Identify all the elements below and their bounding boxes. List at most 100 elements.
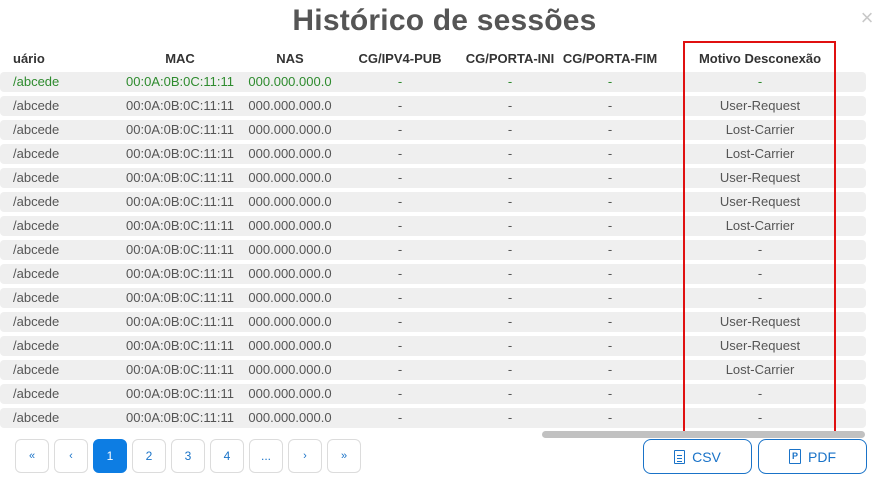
cell-motivo: Lost-Carrier: [725, 362, 795, 377]
cell-mac: 00:0A:0B:0C:11:11: [126, 338, 234, 353]
table-row[interactable]: /abcede 00:0A:0B:0C:11:11 000.000.000.0 - - -…: [0, 144, 866, 164]
scrollbar-thumb[interactable]: [542, 431, 865, 438]
cell-motivo: User-Request: [719, 170, 801, 185]
cell-ipv4: -: [397, 266, 403, 281]
modal-title: Histórico de sessões: [292, 4, 597, 37]
cell-porta-ini: -: [507, 362, 513, 377]
cell-ipv4: -: [397, 242, 403, 257]
page-next-button[interactable]: ›: [288, 439, 322, 473]
cell-ipv4: -: [397, 410, 403, 425]
table-row[interactable]: /abcede 00:0A:0B:0C:11:11 000.000.000.0 - - -…: [0, 168, 866, 188]
cell-mac: 00:0A:0B:0C:11:11: [126, 362, 234, 377]
cell-ipv4: -: [397, 290, 403, 305]
table-row[interactable]: /abcede 00:0A:0B:0C:11:11 000.000.000.0 - - -…: [0, 240, 866, 260]
header-porta-fim: CG/PORTA-FIM: [562, 51, 658, 66]
table-row[interactable]: /abcede 00:0A:0B:0C:11:11 000.000.000.0 - - -…: [0, 288, 866, 308]
table-row[interactable]: /abcede 00:0A:0B:0C:11:11 000.000.000.0 - - -…: [0, 384, 866, 404]
page-ellipsis-button[interactable]: ...: [249, 439, 283, 473]
cell-porta-fim: -: [607, 74, 613, 89]
table-row[interactable]: /abcede 00:0A:0B:0C:11:11 000.000.000.0 - - -…: [0, 360, 866, 380]
cell-porta-fim: -: [607, 98, 613, 113]
cell-nas: 000.000.000.0: [248, 362, 332, 377]
pdf-icon: P: [789, 449, 801, 464]
cell-ipv4: -: [397, 314, 403, 329]
close-icon[interactable]: ×: [857, 7, 877, 29]
cell-nas: 000.000.000.0: [248, 74, 332, 89]
cell-motivo: User-Request: [719, 338, 801, 353]
cell-porta-fim: -: [607, 146, 613, 161]
cell-motivo: Lost-Carrier: [725, 218, 795, 233]
table-row[interactable]: /abcede 00:0A:0B:0C:11:11 000.000.000.0 - - -…: [0, 216, 866, 236]
cell-usuario: /abcede: [13, 242, 60, 257]
cell-porta-fim: -: [607, 386, 613, 401]
cell-motivo: User-Request: [719, 194, 801, 209]
cell-porta-ini: -: [507, 74, 513, 89]
cell-porta-ini: -: [507, 338, 513, 353]
cell-motivo: -: [757, 266, 763, 281]
cell-porta-fim: -: [607, 410, 613, 425]
page-1-button[interactable]: 1: [93, 439, 127, 473]
sessions-table: uário MAC NAS CG/IPV4-PUB CG/PORTA-INI C…: [0, 44, 889, 434]
cell-mac: 00:0A:0B:0C:11:11: [126, 314, 234, 329]
cell-usuario: /abcede: [13, 266, 60, 281]
table-row[interactable]: /abcede 00:0A:0B:0C:11:11 000.000.000.0 - - -…: [0, 336, 866, 356]
cell-mac: 00:0A:0B:0C:11:11: [126, 146, 234, 161]
cell-nas: 000.000.000.0: [248, 146, 332, 161]
cell-porta-ini: -: [507, 98, 513, 113]
cell-porta-fim: -: [607, 194, 613, 209]
cell-motivo: Lost-Carrier: [725, 122, 795, 137]
page-prev-button[interactable]: ‹: [54, 439, 88, 473]
cell-mac: 00:0A:0B:0C:11:11: [126, 122, 234, 137]
cell-usuario: /abcede: [13, 314, 60, 329]
cell-mac: 00:0A:0B:0C:11:11: [126, 410, 234, 425]
cell-motivo: User-Request: [719, 98, 801, 113]
table-header: uário MAC NAS CG/IPV4-PUB CG/PORTA-INI C…: [0, 44, 889, 72]
cell-motivo: -: [757, 386, 763, 401]
document-icon: [674, 449, 686, 464]
page-first-button[interactable]: «: [15, 439, 49, 473]
cell-porta-fim: -: [607, 242, 613, 257]
cell-porta-ini: -: [507, 242, 513, 257]
cell-ipv4: -: [397, 386, 403, 401]
cell-nas: 000.000.000.0: [248, 122, 332, 137]
cell-motivo: -: [757, 410, 763, 425]
table-row[interactable]: /abcede 00:0A:0B:0C:11:11 000.000.000.0 - - -…: [0, 120, 866, 140]
table-row[interactable]: /abcede 00:0A:0B:0C:11:11 000.000.000.0 - - -…: [0, 408, 866, 428]
cell-usuario: /abcede: [13, 98, 60, 113]
page-4-button[interactable]: 4: [210, 439, 244, 473]
cell-porta-ini: -: [507, 386, 513, 401]
export-pdf-button[interactable]: P PDF: [758, 439, 867, 474]
cell-usuario: /abcede: [13, 362, 60, 377]
cell-ipv4: -: [397, 74, 403, 89]
cell-nas: 000.000.000.0: [248, 218, 332, 233]
cell-nas: 000.000.000.0: [248, 290, 332, 305]
cell-nas: 000.000.000.0: [248, 194, 332, 209]
header-ipv4: CG/IPV4-PUB: [358, 51, 442, 66]
table-row[interactable]: /abcede 00:0A:0B:0C:11:11 000.000.000.0 - - -…: [0, 96, 866, 116]
table-row[interactable]: /abcede 00:0A:0B:0C:11:11 000.000.000.0 - - -…: [0, 72, 866, 92]
page-2-button[interactable]: 2: [132, 439, 166, 473]
table-row[interactable]: /abcede 00:0A:0B:0C:11:11 000.000.000.0 - - -…: [0, 312, 866, 332]
cell-motivo: -: [757, 242, 763, 257]
cell-nas: 000.000.000.0: [248, 338, 332, 353]
cell-porta-fim: -: [607, 266, 613, 281]
cell-mac: 00:0A:0B:0C:11:11: [126, 242, 234, 257]
cell-nas: 000.000.000.0: [248, 98, 332, 113]
table-row[interactable]: /abcede 00:0A:0B:0C:11:11 000.000.000.0 - - -…: [0, 264, 866, 284]
cell-porta-ini: -: [507, 122, 513, 137]
cell-ipv4: -: [397, 194, 403, 209]
cell-ipv4: -: [397, 170, 403, 185]
cell-ipv4: -: [397, 146, 403, 161]
header-porta-ini: CG/PORTA-INI: [465, 51, 555, 66]
cell-ipv4: -: [397, 362, 403, 377]
header-usuario: uário: [13, 51, 45, 66]
export-csv-button[interactable]: CSV: [643, 439, 752, 474]
table-row[interactable]: /abcede 00:0A:0B:0C:11:11 000.000.000.0 - - -…: [0, 192, 866, 212]
cell-mac: 00:0A:0B:0C:11:11: [126, 218, 234, 233]
cell-porta-ini: -: [507, 314, 513, 329]
cell-porta-ini: -: [507, 266, 513, 281]
page-last-button[interactable]: »: [327, 439, 361, 473]
cell-porta-ini: -: [507, 218, 513, 233]
cell-porta-ini: -: [507, 194, 513, 209]
page-3-button[interactable]: 3: [171, 439, 205, 473]
